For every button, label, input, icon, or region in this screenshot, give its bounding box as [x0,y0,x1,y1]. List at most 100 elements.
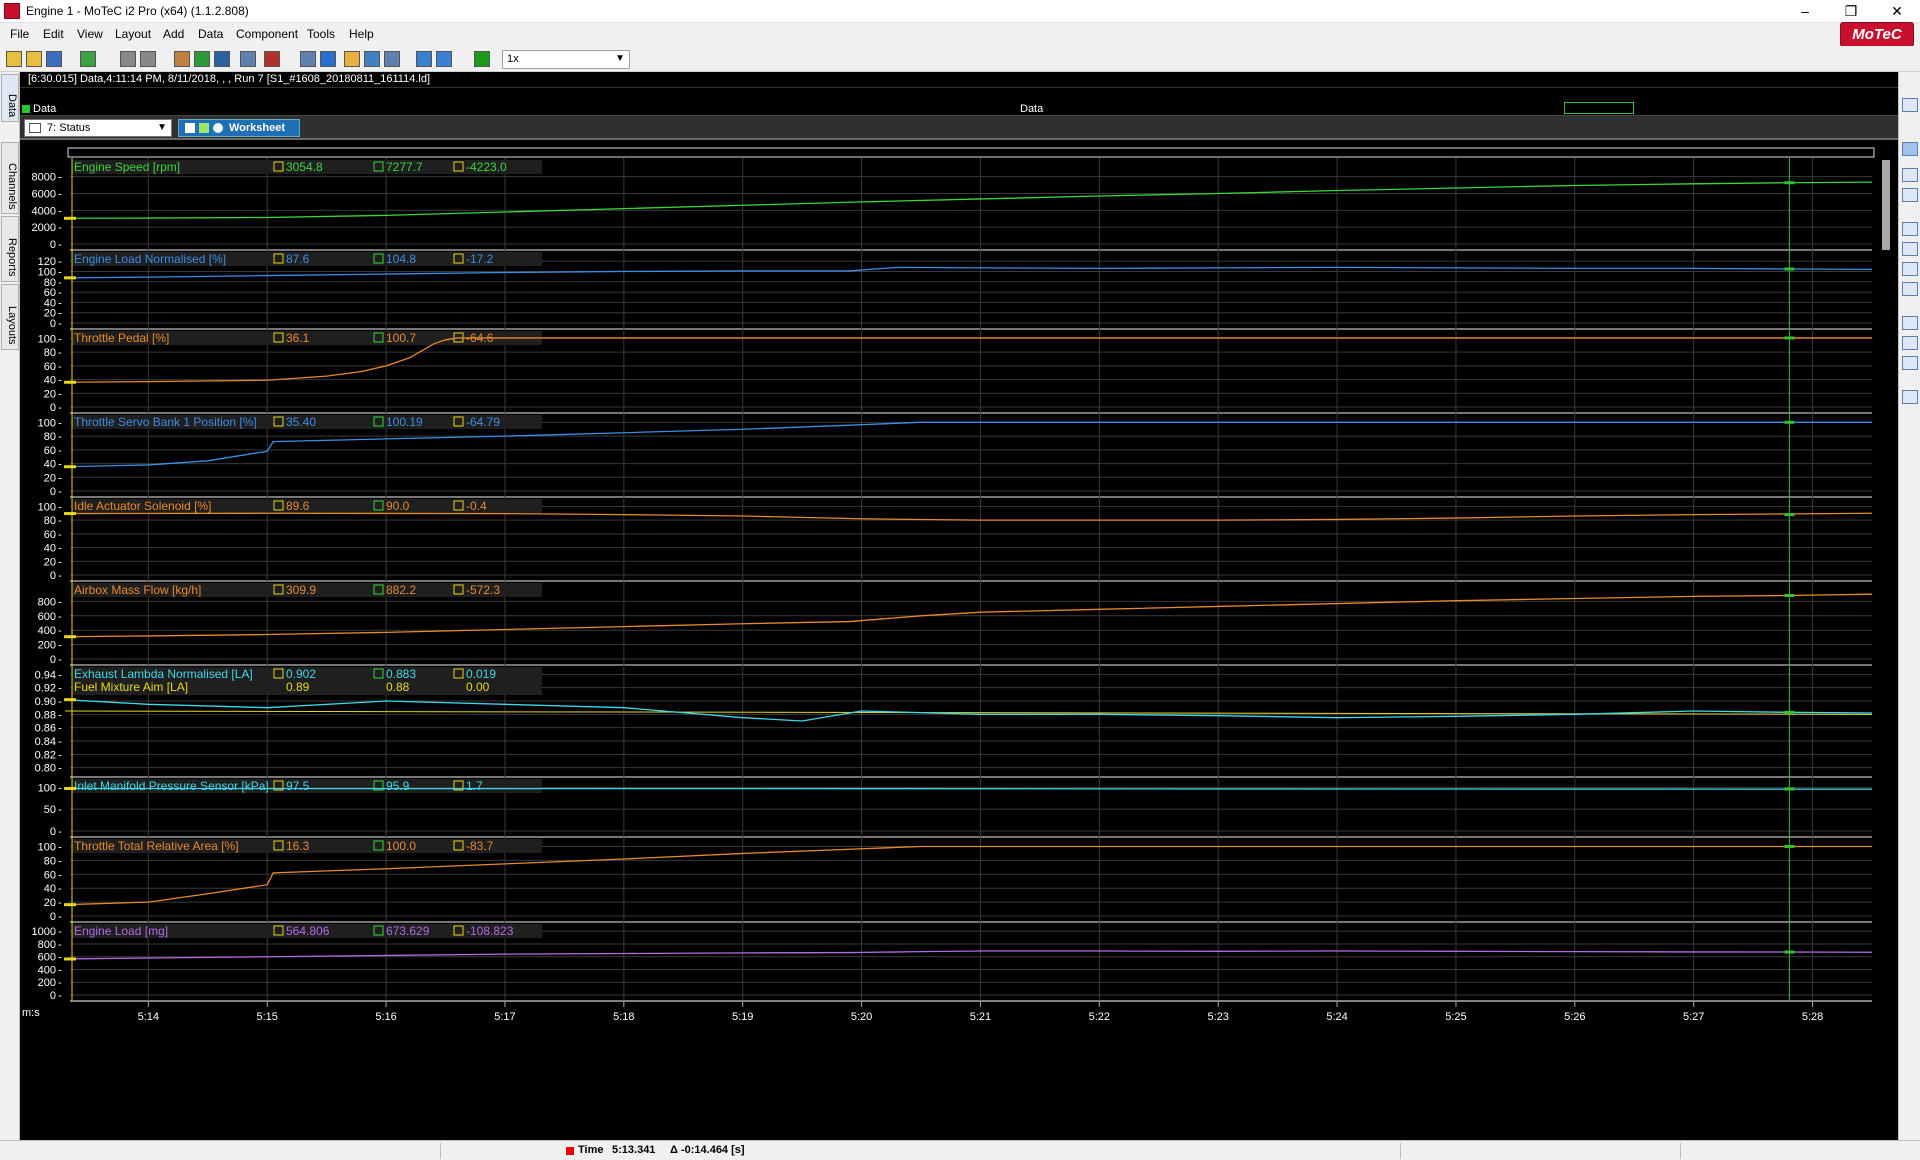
tab-channels-label: Channels [6,162,18,210]
info-icon[interactable] [320,51,336,67]
menu-view[interactable]: View [77,27,103,41]
zoom-fit-icon[interactable] [1902,262,1918,276]
menu-edit[interactable]: Edit [43,27,64,41]
work-area: [6:30.015] Data,4:11:14 PM, 8/11/2018, ,… [20,72,1898,1140]
forward-icon[interactable] [436,51,452,67]
tree-icon[interactable] [264,51,280,67]
y-tick-label: 40 [44,375,56,387]
excel-icon[interactable] [194,51,210,67]
y-tick-mark: - [58,318,62,330]
y-tick-label: 100 [38,841,56,853]
save-icon[interactable] [46,51,62,67]
grid-icon[interactable] [300,51,316,67]
pause-icon[interactable] [1902,142,1918,156]
menu-data[interactable]: Data [198,27,223,41]
x-tick-label: 5:16 [375,1011,396,1023]
zoom-fit-icon[interactable] [384,51,400,67]
play-icon[interactable] [474,51,490,67]
open-icon[interactable] [6,51,22,67]
y-tick-mark: - [58,172,62,184]
menu-help[interactable]: Help [349,27,374,41]
reference-value: 95.9 [386,779,410,793]
data-bar-label: Data [33,103,57,115]
x-tick-label: 5:23 [1207,1011,1228,1023]
vertical-scrollbar-thumb[interactable] [1882,160,1890,250]
y-tick-label: 0.82 [35,749,56,761]
x-tick-label: 5:20 [851,1011,872,1023]
grid-layout-icon[interactable] [364,51,380,67]
open-folder-icon[interactable] [26,51,42,67]
menu-file[interactable]: File [10,27,29,41]
tab-channels[interactable]: Channels [1,142,19,214]
y-zoom-out-icon[interactable] [1902,336,1918,350]
copy-icon[interactable] [344,51,360,67]
table-icon[interactable] [240,51,256,67]
overlay-icon[interactable] [1902,390,1918,404]
menu-component[interactable]: Component [236,27,298,41]
x-tick-label: 5:26 [1564,1011,1585,1023]
cursor-value-secondary: 0.89 [286,680,310,694]
cursor-value: 36.1 [286,331,310,345]
chart-panel-1: 8000 -6000 -4000 -2000 -0 -Engine Speed [rpm]… [32,158,1873,251]
worksheet-select[interactable]: 7: Status ▼ [24,119,172,137]
channel-props-icon[interactable] [1902,188,1918,202]
menu-tools[interactable]: Tools [307,27,335,41]
y-zoom-in-icon[interactable] [1902,316,1918,330]
log-info-text: [6:30.015] Data,4:11:14 PM, 8/11/2018, ,… [28,73,431,85]
cursor-value: 16.3 [286,839,310,853]
chart-panel-10: 1000 -800 -600 -400 -200 -0 -Engine Load [mg] 5… [32,922,1873,1002]
menu-add[interactable]: Add [163,27,184,41]
tab-reports-label: Reports [6,237,18,277]
y-tick-mark: - [58,556,62,568]
save-all-icon[interactable] [214,51,230,67]
menu-layout[interactable]: Layout [115,27,151,41]
tab-worksheet[interactable]: Worksheet [178,119,300,137]
zoom-region-icon[interactable] [1902,168,1918,182]
download-icon[interactable] [80,51,96,67]
chart-properties-icon[interactable] [1902,98,1918,112]
maximize-button[interactable]: ❐ [1828,0,1874,22]
playback-speed-value: 1x [507,53,519,65]
data-range-bar[interactable]: Data Data [20,102,1898,116]
close-button[interactable]: ✕ [1874,0,1920,22]
back-icon[interactable] [416,51,432,67]
y-tick-mark: - [58,640,62,652]
y-tick-label: 20 [44,472,56,484]
zoom-reset-icon[interactable] [1902,282,1918,296]
zoom-out-icon[interactable] [1902,242,1918,256]
y-zoom-fit-icon[interactable] [1902,356,1918,370]
y-tick-mark: - [58,205,62,217]
print-icon[interactable] [120,51,136,67]
right-toolbar [1898,72,1920,1140]
y-tick-mark: - [58,749,62,761]
reference-value: 673.629 [386,924,430,938]
chart-panel-7: 0.94 -0.92 -0.90 -0.88 -0.86 -0.84 -0.82 -0.80-… [35,665,1873,778]
delta-value: -83.7 [466,839,494,853]
print-preview-icon[interactable] [140,51,156,67]
motec-logo: MoTeC [1840,22,1914,47]
edit-icon[interactable] [174,51,190,67]
y-tick-label: 0 [50,486,56,498]
y-tick-mark: - [58,736,62,748]
tab-layouts[interactable]: Layouts [1,284,19,350]
minimize-button[interactable]: – [1782,0,1828,22]
delta-value: 1.7 [466,779,483,793]
time-series-chart[interactable]: 8000 -6000 -4000 -2000 -0 -Engine Speed [rpm]… [20,140,1898,1140]
app-icon [4,3,20,19]
data-range-window[interactable] [1564,102,1634,114]
cursor-value: 3054.8 [286,160,323,174]
x-tick-label: 5:15 [256,1011,277,1023]
status-time-delta: Δ -0:14.464 [s] [670,1144,745,1156]
y-tick-mark: - [58,869,62,881]
tab-data[interactable]: Data [1,74,19,122]
reference-value: 90.0 [386,499,410,513]
y-tick-label: 800 [38,939,56,951]
y-tick-mark: - [58,188,62,200]
y-tick-mark: - [58,654,62,666]
playback-speed-select[interactable]: 1x ▼ [502,50,630,69]
y-tick-mark: - [58,939,62,951]
channel-name: Engine Load Normalised [%] [74,252,226,266]
tab-reports[interactable]: Reports [1,216,19,282]
zoom-in-icon[interactable] [1902,222,1918,236]
chart-header-box [67,147,1875,158]
